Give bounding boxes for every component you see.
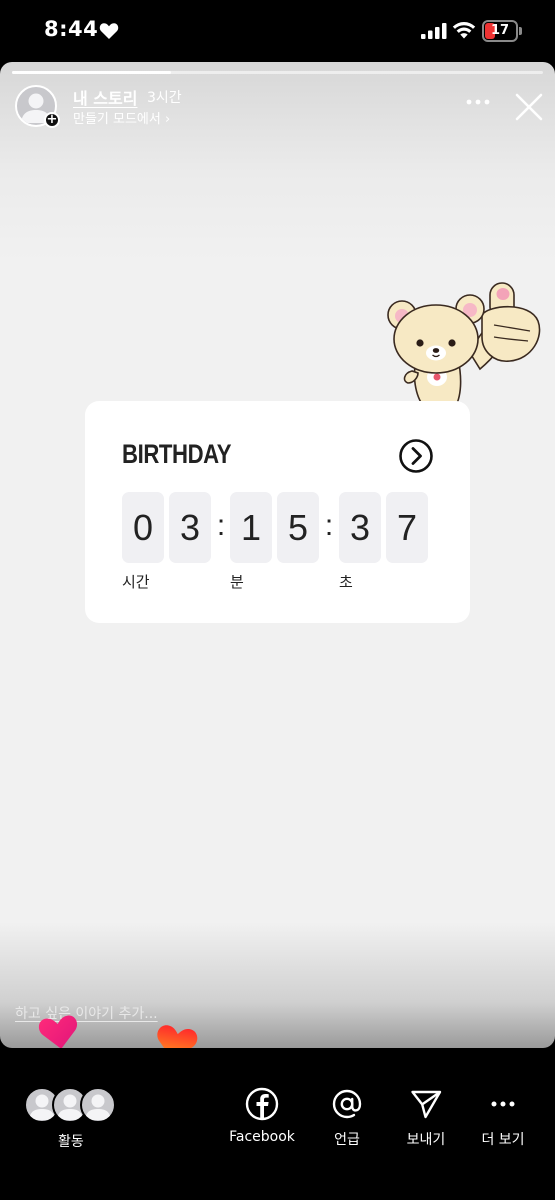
create-mode-link[interactable]: 만들기 모드에서 › xyxy=(73,108,170,127)
mention-button[interactable]: 언급 xyxy=(320,1087,374,1149)
share-facebook-button[interactable]: Facebook xyxy=(222,1087,302,1145)
pink-heart-reaction-icon xyxy=(38,1015,77,1048)
viewer-avatar xyxy=(80,1087,116,1123)
activity-viewers[interactable] xyxy=(24,1087,120,1123)
orange-heart-reaction-icon xyxy=(157,1025,198,1048)
countdown-unit-minutes: 분 xyxy=(230,573,244,591)
wifi-icon xyxy=(452,22,476,39)
story-progress-track xyxy=(12,71,543,74)
bear-thumbs-up-sticker[interactable] xyxy=(382,281,544,411)
story-bottom-bar: 활동 Facebook 언급 보내기 더 보기 xyxy=(0,1048,555,1200)
action-label: 언급 xyxy=(334,1132,360,1148)
countdown-digit-second-tens: 3 xyxy=(339,492,381,563)
battery-nub xyxy=(519,27,522,35)
story-timestamp: 3시간 xyxy=(147,90,182,106)
heart-icon xyxy=(99,23,119,39)
story-username[interactable]: 내 스토리 xyxy=(73,85,137,109)
more-options-icon[interactable] xyxy=(462,90,494,114)
action-label: Facebook xyxy=(229,1129,295,1145)
battery-percent: 17 xyxy=(490,23,510,38)
facebook-icon xyxy=(245,1087,279,1121)
countdown-unit-seconds: 초 xyxy=(339,573,353,591)
countdown-digit-minute-tens: 1 xyxy=(230,492,272,563)
countdown-separator: : xyxy=(324,509,334,542)
cellular-signal-icon xyxy=(421,23,447,39)
status-time: 8:44 xyxy=(44,17,99,41)
activity-label[interactable]: 활동 xyxy=(58,1131,84,1151)
chevron-right-circle-icon[interactable] xyxy=(398,438,434,474)
default-avatar-icon xyxy=(85,1094,111,1120)
countdown-digit-minute-ones: 5 xyxy=(277,492,319,563)
add-story-plus-icon[interactable]: + xyxy=(44,112,60,128)
story-progress-fill xyxy=(12,71,172,74)
action-label: 더 보기 xyxy=(481,1132,525,1148)
send-icon xyxy=(411,1090,442,1119)
send-button[interactable]: 보내기 xyxy=(398,1087,454,1149)
action-label: 보내기 xyxy=(406,1132,446,1148)
mention-icon xyxy=(332,1089,362,1119)
countdown-sticker[interactable]: BIRTHDAY 0 3 : 1 5 : 3 7 시간 분 초 xyxy=(85,401,470,623)
battery-indicator: 17 xyxy=(482,20,518,42)
add-story-text-prompt[interactable]: 하고 싶은 이야기 추가... xyxy=(15,1003,158,1023)
countdown-unit-hours: 시간 xyxy=(122,573,150,591)
countdown-title: BIRTHDAY xyxy=(122,439,232,469)
countdown-digit-hour-tens: 0 xyxy=(122,492,164,563)
countdown-digit-hour-ones: 3 xyxy=(169,492,211,563)
story-canvas[interactable]: + 내 스토리 3시간 만들기 모드에서 › BIRTHDAY 0 3: 1 … xyxy=(0,62,555,1048)
countdown-separator: : xyxy=(216,509,226,542)
status-bar: 8:44 17 xyxy=(0,0,555,62)
more-icon xyxy=(491,1101,515,1107)
close-icon[interactable] xyxy=(512,90,546,124)
more-button[interactable]: 더 보기 xyxy=(474,1087,532,1149)
countdown-digit-second-ones: 7 xyxy=(386,492,428,563)
